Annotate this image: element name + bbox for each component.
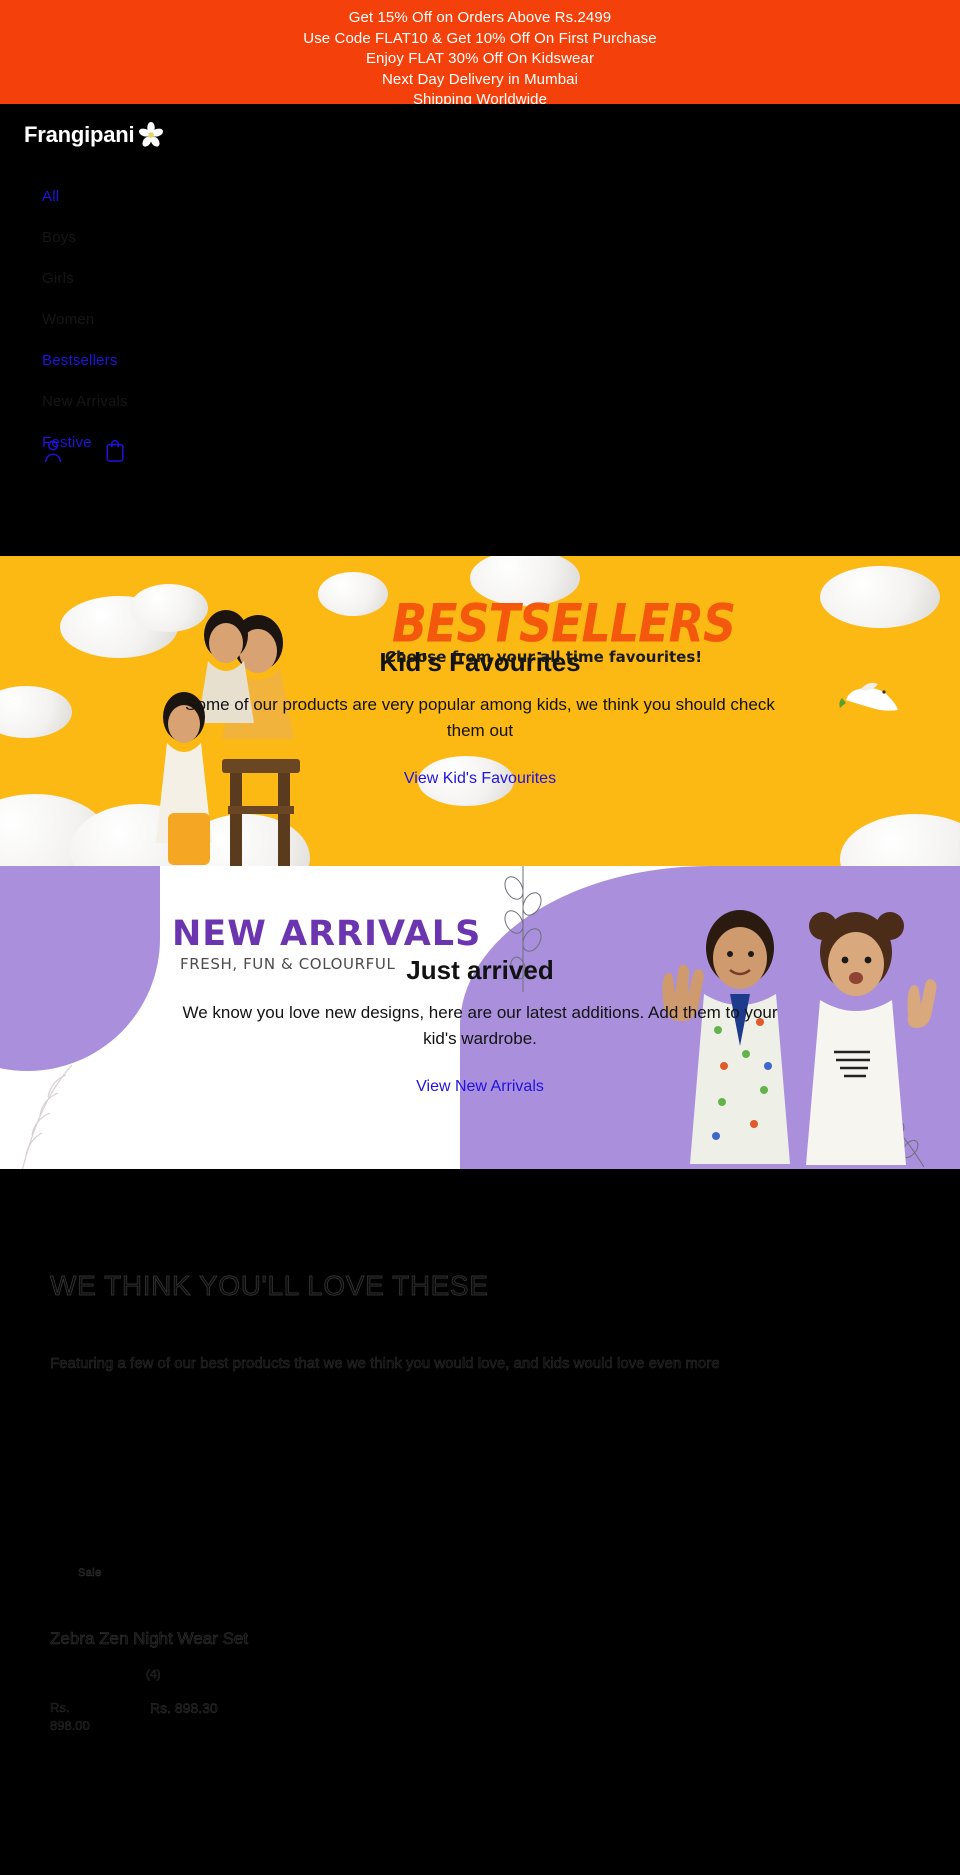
bestsellers-cta-link[interactable]: View Kid's Favourites — [404, 770, 556, 788]
bestsellers-banner-title: BESTSELLERS — [392, 591, 736, 655]
main-navigation: All Boys Girls Women Bestsellers New Arr… — [24, 176, 936, 463]
product-price-sale: Rs. 898.30 — [150, 1700, 218, 1716]
nav-item-women[interactable]: Women — [24, 299, 936, 340]
announcement-line-3: Enjoy FLAT 30% Off On Kidswear — [365, 50, 595, 67]
announcement-line-4: Next Day Delivery in Mumbai — [381, 70, 579, 88]
products-description: Featuring a few of our best products tha… — [50, 1355, 720, 1372]
products-heading: WE THINK YOU'LL LOVE THESE — [50, 1270, 489, 1302]
products-section: WE THINK YOU'LL LOVE THESE Featuring a f… — [0, 1169, 960, 1875]
nav-item-new-arrivals[interactable]: New Arrivals — [24, 381, 936, 422]
bestsellers-body: Some of our products are very popular am… — [185, 695, 775, 740]
nav-item-festive[interactable]: Festive — [24, 422, 936, 463]
logo-text: Frangipani — [24, 122, 135, 147]
new-arrivals-cta-link[interactable]: View New Arrivals — [416, 1078, 544, 1096]
new-arrivals-section: NEW ARRIVALS FRESH, FUN & COLOURFUL Just… — [0, 866, 960, 1169]
announcement-line-1: Get 15% Off on Orders Above Rs.2499 — [348, 9, 612, 26]
site-header: Frangipani All Boys Girls Women Bestsell… — [0, 104, 960, 556]
bestsellers-banner-subtitle: Choose from your all time favourites! — [385, 648, 703, 666]
new-arrivals-heading: Just arrived — [406, 955, 554, 985]
product-rating-count: (4) — [146, 1667, 161, 1681]
nav-item-all[interactable]: All — [24, 176, 936, 217]
product-title[interactable]: Zebra Zen Night Wear Set — [50, 1629, 249, 1649]
product-price-original: Rs. 898.00 — [50, 1700, 90, 1733]
nav-item-bestsellers[interactable]: Bestsellers — [24, 340, 936, 381]
bestsellers-section: Kid's Favourites Some of our products ar… — [0, 556, 960, 866]
announcement-line-2: Use Code FLAT10 & Get 10% Off On First P… — [303, 29, 657, 47]
new-arrivals-body: We know you love new designs, here are o… — [182, 1003, 778, 1048]
new-arrivals-overlay: Just arrived We know you love new design… — [0, 866, 960, 1169]
site-logo[interactable]: Frangipani — [24, 104, 936, 148]
nav-item-boys[interactable]: Boys — [24, 217, 936, 258]
nav-item-girls[interactable]: Girls — [24, 258, 936, 299]
cart-icon[interactable] — [104, 438, 126, 464]
status-badge: Sale — [78, 1567, 102, 1579]
announcement-bar: Get 15% Off on Orders Above Rs.2499 Use … — [0, 0, 960, 108]
account-icon[interactable] — [42, 438, 64, 464]
frangipani-flower-icon — [139, 122, 164, 147]
header-icon-group — [42, 438, 126, 464]
